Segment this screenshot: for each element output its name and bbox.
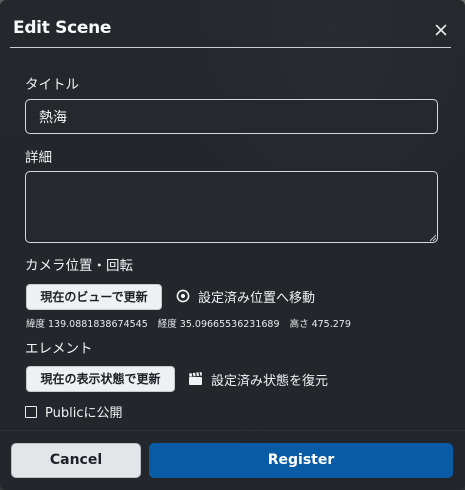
update-with-current-display-state-button[interactable]: 現在の表示状態で更新 <box>26 366 175 392</box>
title-label: タイトル <box>25 77 79 93</box>
latitude-readout: 緯度 139.0881838674545 <box>26 319 148 330</box>
camera-coordinates: 緯度 139.0881838674545 経度 35.09665536231689 … <box>26 316 358 330</box>
height-readout: 高さ 475.279 <box>290 319 351 330</box>
resize-grip-icon[interactable] <box>429 234 437 242</box>
target-icon <box>176 289 190 303</box>
edit-scene-dialog: Edit Scene タイトル 詳細 カメラ位置・回転 現在のビューで更新 設定… <box>0 0 465 490</box>
move-to-saved-position-label: 設定済み位置へ移動 <box>198 290 316 306</box>
footer-divider <box>0 430 465 431</box>
register-button[interactable]: Register <box>149 443 453 478</box>
close-button[interactable] <box>431 20 451 40</box>
detail-textarea[interactable] <box>25 171 438 243</box>
public-checkbox-label: Publicに公開 <box>45 406 123 421</box>
camera-section-label: カメラ位置・回転 <box>25 258 133 274</box>
restore-saved-state-link[interactable]: 設定済み状態を復元 <box>188 369 328 389</box>
close-icon <box>435 24 447 36</box>
move-to-saved-position-link[interactable]: 設定済み位置へ移動 <box>176 286 315 306</box>
height-value: 475.279 <box>311 319 351 330</box>
cancel-button[interactable]: Cancel <box>11 443 141 478</box>
title-input[interactable] <box>25 99 438 134</box>
longitude-readout: 経度 35.09665536231689 <box>158 319 280 330</box>
clapperboard-icon <box>189 372 202 385</box>
restore-saved-state-label: 設定済み状態を復元 <box>211 373 329 389</box>
update-with-current-view-button[interactable]: 現在のビューで更新 <box>26 284 162 310</box>
dialog-title: Edit Scene <box>13 18 112 38</box>
height-label: 高さ <box>289 319 309 330</box>
checkbox-unchecked-icon[interactable] <box>25 405 37 418</box>
dialog-header: Edit Scene <box>10 14 451 48</box>
latitude-value: 139.0881838674545 <box>48 319 148 330</box>
detail-label: 詳細 <box>25 150 52 166</box>
longitude-label: 経度 <box>157 319 177 330</box>
latitude-label: 緯度 <box>26 319 46 330</box>
public-checkbox[interactable]: Publicに公開 <box>25 402 122 421</box>
longitude-value: 35.09665536231689 <box>179 319 280 330</box>
elements-section-label: エレメント <box>25 341 93 357</box>
